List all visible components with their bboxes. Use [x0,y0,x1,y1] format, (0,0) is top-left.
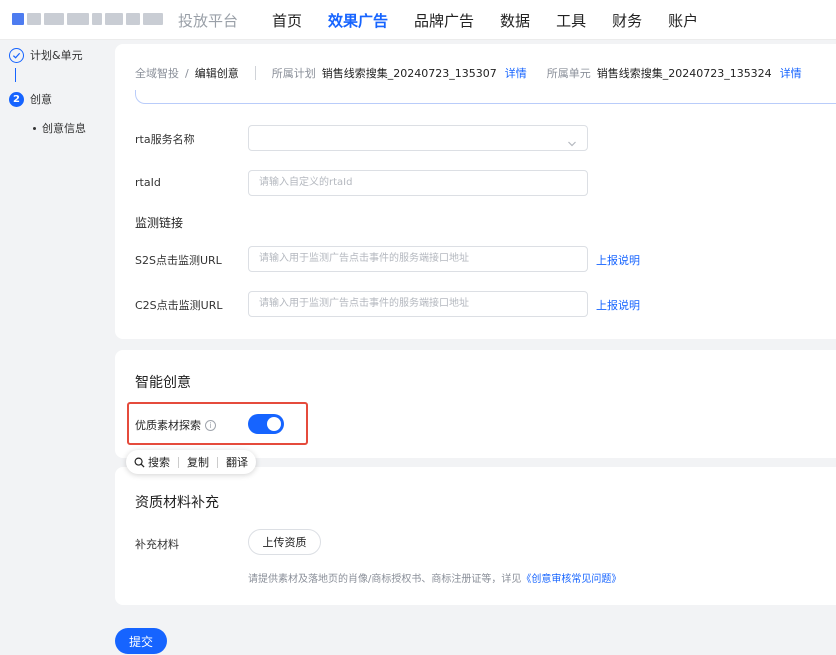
nav-item-brand-ads[interactable]: 品牌广告 [414,10,474,31]
supplement-label: 补充材料 [135,538,179,551]
unit-value: 销售线索搜集_20240723_135324 [596,67,772,80]
step-connector [15,68,16,82]
rta-service-label: rta服务名称 [135,133,195,146]
qualification-hint: 请提供素材及落地页的肖像/商标授权书、商标注册证等，详见《创意审核常见问题》 [248,570,621,585]
breadcrumb-root[interactable]: 全域智投 [135,65,179,81]
search-icon [134,457,145,468]
unit-detail-link[interactable]: 详情 [780,65,802,81]
nav-item-tools[interactable]: 工具 [556,10,586,31]
info-icon[interactable]: i [205,419,216,431]
monitor-section-title: 监测链接 [135,216,184,230]
breadcrumb-separator: / [185,66,189,80]
popup-search-label: 搜索 [148,456,170,469]
divider [254,66,256,80]
toggle-knob [267,417,281,431]
upload-qualification-button[interactable]: 上传资质 [248,529,321,555]
nav-item-home[interactable]: 首页 [272,10,302,31]
nav-item-performance-ads[interactable]: 效果广告 [328,10,388,31]
selection-popup: 搜索 复制 翻译 [126,450,256,474]
c2s-help-link[interactable]: 上报说明 [596,297,640,313]
check-icon [9,47,24,63]
breadcrumb-current: 编辑创意 [194,67,239,80]
c2s-url-input[interactable]: 请输入用于监测广告点击事件的服务端接口地址 [248,291,588,317]
sidebar-item-creative-info[interactable]: 创意信息 [33,120,86,136]
sidebar-item-label: 创意信息 [42,122,86,135]
quality-material-toggle[interactable] [248,414,284,434]
step-plan-unit[interactable]: 计划&单元 [9,47,83,63]
quality-material-text: 优质素材探索 [135,419,201,432]
brand-title: 投放平台 [178,12,239,30]
step-plan-unit-label: 计划&单元 [30,49,83,62]
smart-creative-card: 智能创意 优质素材探索 i [115,350,836,458]
popup-copy[interactable]: 复制 [187,454,209,470]
popup-search[interactable]: 搜索 [134,454,170,470]
main-nav: 首页 效果广告 品牌广告 数据 工具 财务 账户 [272,10,724,31]
top-nav-bar: 投放平台 首页 效果广告 品牌广告 数据 工具 财务 账户 [0,0,836,40]
rta-service-select[interactable] [248,125,588,151]
section-edge [135,90,836,104]
s2s-help-link[interactable]: 上报说明 [596,252,640,268]
rtaid-label: rtaId [135,176,161,189]
step-creative[interactable]: 2 创意 [9,91,52,107]
plan-label: 所属计划 [271,67,316,80]
qualification-title: 资质材料补充 [135,495,219,511]
divider [178,456,179,468]
step-creative-label: 创意 [30,93,52,106]
nav-item-finance[interactable]: 财务 [612,10,642,31]
quality-material-label: 优质素材探索 i [135,417,216,433]
breadcrumb: 全域智投 / 编辑创意 所属计划 销售线索搜集_20240723_135307 … [135,65,822,81]
nav-item-data[interactable]: 数据 [500,10,530,31]
s2s-url-input[interactable]: 请输入用于监测广告点击事件的服务端接口地址 [248,246,588,272]
smart-creative-title: 智能创意 [135,375,191,391]
rtaid-input[interactable]: 请输入自定义的rtaId [248,170,588,196]
plan-detail-link[interactable]: 详情 [505,65,527,81]
nav-item-account[interactable]: 账户 [668,10,698,31]
popup-translate[interactable]: 翻译 [226,454,248,470]
logo[interactable] [12,13,163,27]
s2s-label: S2S点击监测URL [135,254,222,267]
bullet-icon [33,126,36,130]
submit-button[interactable]: 提交 [115,628,167,654]
hint-text: 请提供素材及落地页的肖像/商标授权书、商标注册证等，详见 [248,574,522,585]
plan-value: 销售线索搜集_20240723_135307 [321,67,497,80]
audit-faq-link[interactable]: 《创意审核常见问题》 [521,574,621,585]
divider [217,456,218,468]
unit-label: 所属单元 [546,67,591,80]
step-number-badge: 2 [9,91,24,107]
c2s-label: C2S点击监测URL [135,299,223,312]
chevron-down-icon [567,134,577,150]
creative-form-card: 全域智投 / 编辑创意 所属计划 销售线索搜集_20240723_135307 … [115,44,836,339]
step-sidebar: 计划&单元 2 创意 创意信息 [0,40,108,655]
qualification-card: 资质材料补充 补充材料 上传资质 请提供素材及落地页的肖像/商标授权书、商标注册… [115,467,836,605]
